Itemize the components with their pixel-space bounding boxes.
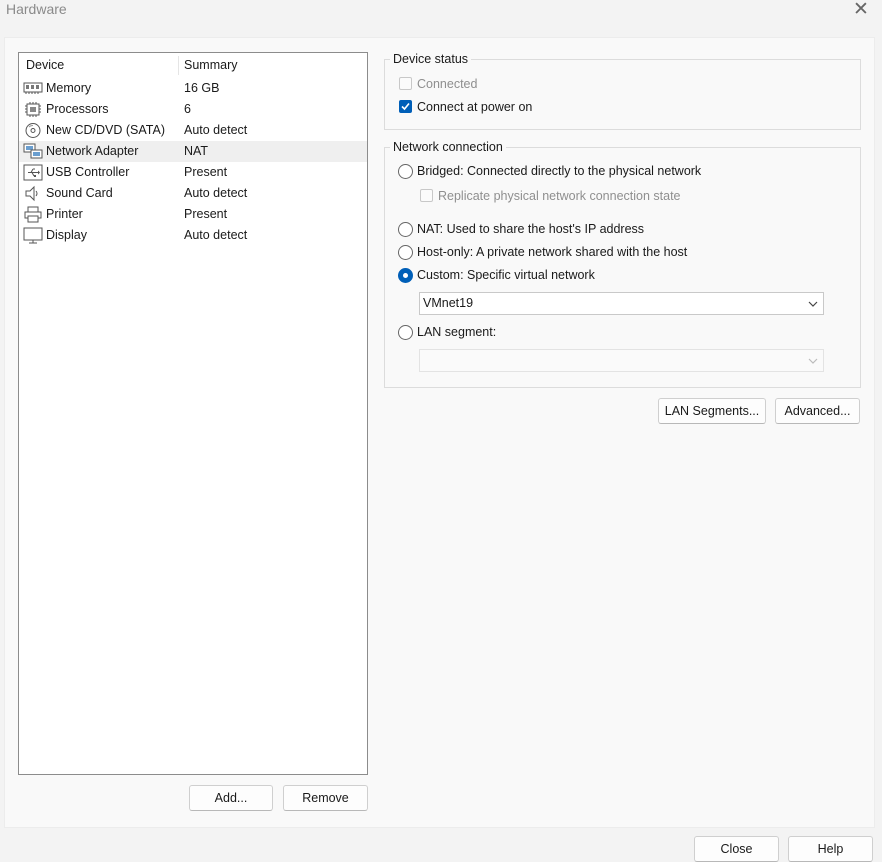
device-row-processors[interactable]: Processors 6 — [19, 99, 367, 120]
processor-icon — [23, 101, 43, 118]
device-name: New CD/DVD (SATA) — [46, 123, 165, 137]
lan-segments-button[interactable]: LAN Segments... — [658, 398, 766, 424]
device-row-display[interactable]: Display Auto detect — [19, 225, 367, 246]
replicate-state-label: Replicate physical network connection st… — [438, 189, 681, 203]
column-header-summary[interactable]: Summary — [184, 58, 237, 72]
printer-icon — [23, 206, 43, 223]
add-button[interactable]: Add... — [189, 785, 273, 811]
host-only-radio[interactable] — [398, 245, 413, 260]
lan-segment-radio[interactable] — [398, 325, 413, 340]
connected-label: Connected — [417, 77, 478, 91]
window-title: Hardware — [6, 1, 67, 17]
device-status-title: Device status — [390, 52, 472, 66]
nat-radio[interactable] — [398, 222, 413, 237]
device-row-usb-controller[interactable]: USB Controller Present — [19, 162, 367, 183]
title-bar: Hardware ✕ — [0, 0, 882, 28]
device-summary: Present — [184, 207, 228, 221]
connect-at-power-on-checkbox[interactable] — [399, 100, 412, 113]
device-name: Printer — [46, 207, 83, 221]
monitor-icon — [23, 227, 43, 244]
lan-segment-dropdown[interactable] — [419, 349, 824, 372]
device-list-header: Device Summary — [19, 53, 367, 77]
custom-label: Custom: Specific virtual network — [417, 268, 595, 282]
advanced-button[interactable]: Advanced... — [775, 398, 860, 424]
nat-label: NAT: Used to share the host's IP address — [417, 222, 645, 236]
device-name: Sound Card — [46, 186, 113, 200]
device-name: Network Adapter — [46, 144, 139, 158]
host-only-label: Host-only: A private network shared with… — [417, 245, 688, 259]
device-row-network-adapter[interactable]: Network Adapter NAT — [19, 141, 367, 162]
device-status-group: Device status Connected Connect at power… — [384, 52, 861, 130]
connected-checkbox[interactable] — [399, 77, 412, 90]
device-row-printer[interactable]: Printer Present — [19, 204, 367, 225]
network-connection-group: Network connection Bridged: Connected di… — [384, 140, 861, 388]
device-summary: 6 — [184, 102, 191, 116]
device-summary: NAT — [184, 144, 209, 158]
memory-icon — [23, 80, 43, 97]
column-divider[interactable] — [178, 56, 179, 75]
device-row-sound-card[interactable]: Sound Card Auto detect — [19, 183, 367, 204]
device-list[interactable]: Device Summary Memory 16 GB Processors 6… — [18, 52, 368, 775]
speaker-icon — [23, 185, 43, 202]
replicate-state-checkbox[interactable] — [420, 189, 433, 202]
device-name: USB Controller — [46, 165, 130, 179]
help-button[interactable]: Help — [788, 836, 873, 862]
chevron-down-icon — [808, 301, 818, 307]
connect-at-power-on-label: Connect at power on — [417, 100, 533, 114]
cd-dvd-icon — [23, 122, 43, 139]
device-row-memory[interactable]: Memory 16 GB — [19, 78, 367, 99]
custom-radio[interactable] — [398, 268, 413, 283]
device-summary: Present — [184, 165, 228, 179]
close-button[interactable]: Close — [694, 836, 779, 862]
network-adapter-icon — [23, 143, 43, 160]
custom-network-value: VMnet19 — [423, 296, 474, 310]
chevron-down-icon — [808, 358, 818, 364]
remove-button[interactable]: Remove — [283, 785, 368, 811]
column-header-device[interactable]: Device — [26, 58, 64, 72]
bridged-label: Bridged: Connected directly to the physi… — [417, 164, 702, 178]
device-name: Memory — [46, 81, 92, 95]
usb-icon — [23, 164, 43, 181]
network-connection-title: Network connection — [390, 140, 506, 154]
device-row-cd-dvd[interactable]: New CD/DVD (SATA) Auto detect — [19, 120, 367, 141]
close-window-icon[interactable]: ✕ — [848, 0, 874, 23]
custom-network-dropdown[interactable]: VMnet19 — [419, 292, 824, 315]
device-name: Display — [46, 228, 87, 242]
device-name: Processors — [46, 102, 109, 116]
device-summary: Auto detect — [184, 228, 248, 242]
lan-segment-label: LAN segment: — [417, 325, 497, 339]
device-summary: 16 GB — [184, 81, 220, 95]
device-summary: Auto detect — [184, 123, 248, 137]
device-summary: Auto detect — [184, 186, 248, 200]
bridged-radio[interactable] — [398, 164, 413, 179]
checkmark-icon — [401, 102, 410, 111]
